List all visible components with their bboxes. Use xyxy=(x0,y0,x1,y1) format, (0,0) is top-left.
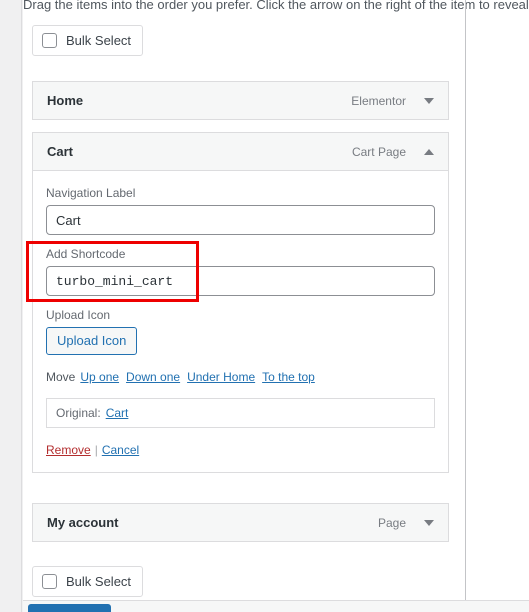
drag-instructions-text: Drag the items into the order you prefer… xyxy=(23,0,529,12)
chevron-down-icon[interactable] xyxy=(424,519,434,526)
menu-item-my-account-header[interactable]: My account Page xyxy=(32,503,449,542)
panel-right-divider xyxy=(465,0,466,600)
menu-item-cart-title: Cart xyxy=(47,144,74,159)
menu-item-my-account-meta: Page xyxy=(378,516,434,530)
add-shortcode-label: Add Shortcode xyxy=(46,247,126,261)
menu-item-cart-type: Cart Page xyxy=(351,144,406,159)
menu-item-my-account-title: My account xyxy=(47,515,119,530)
menu-item-my-account[interactable]: My account Page xyxy=(32,503,449,542)
navigation-label-field-block: Navigation Label xyxy=(46,185,435,235)
menu-item-cart[interactable]: Cart Cart Page Navigation Label Add Shor… xyxy=(32,132,449,473)
upload-icon-button[interactable]: Upload Icon xyxy=(46,327,138,355)
original-item-box: Original: Cart xyxy=(46,398,435,428)
menu-item-cart-meta: Cart Page xyxy=(352,145,434,159)
item-actions-row: Remove | Cancel xyxy=(46,442,435,458)
bulk-select-bottom-button[interactable]: Bulk Select xyxy=(32,566,144,597)
menu-item-cart-header[interactable]: Cart Cart Page xyxy=(32,132,449,171)
bulk-select-bottom-label: Bulk Select xyxy=(66,574,132,589)
move-under-home-link[interactable]: Under Home xyxy=(187,370,255,384)
menu-item-home-title: Home xyxy=(47,93,84,108)
save-menu-button[interactable] xyxy=(28,604,111,612)
menu-item-home-type: Elementor xyxy=(351,93,406,108)
menu-item-home[interactable]: Home Elementor xyxy=(32,81,449,120)
chevron-down-icon[interactable] xyxy=(424,97,434,104)
menu-item-home-header[interactable]: Home Elementor xyxy=(32,81,449,120)
navigation-label-input[interactable] xyxy=(46,205,435,235)
wordpress-menu-editor-screen: Drag the items into the order you prefer… xyxy=(0,0,529,612)
move-label: Move xyxy=(46,370,76,384)
move-to-the-top-link[interactable]: To the top xyxy=(262,370,315,384)
move-up-one-link[interactable]: Up one xyxy=(80,370,119,384)
bulk-select-bottom-checkbox[interactable] xyxy=(42,574,57,589)
add-shortcode-input[interactable] xyxy=(46,266,435,296)
move-down-one-link[interactable]: Down one xyxy=(126,370,180,384)
menu-structure-panel: Drag the items into the order you prefer… xyxy=(23,0,529,612)
remove-item-link[interactable]: Remove xyxy=(46,443,91,457)
upload-icon-label: Upload Icon xyxy=(46,308,111,322)
cancel-edit-link[interactable]: Cancel xyxy=(102,443,139,457)
chevron-up-icon[interactable] xyxy=(424,148,434,155)
move-links-row: Move Up one Down one Under Home To the top xyxy=(46,368,435,386)
original-label: Original: xyxy=(56,406,101,420)
bulk-select-top-label: Bulk Select xyxy=(66,33,132,48)
navigation-label-label: Navigation Label xyxy=(46,186,136,200)
menu-item-my-account-type: Page xyxy=(377,515,406,530)
upload-icon-field-block: Upload Icon Upload Icon xyxy=(46,307,435,355)
bulk-select-top-button[interactable]: Bulk Select xyxy=(32,25,144,56)
original-item-link[interactable]: Cart xyxy=(106,406,129,420)
left-gutter xyxy=(0,0,22,612)
add-shortcode-field-block: Add Shortcode xyxy=(46,246,435,296)
menu-item-home-meta: Elementor xyxy=(351,94,434,108)
menu-item-cart-settings: Navigation Label Add Shortcode Upload Ic… xyxy=(32,171,449,473)
actions-separator: | xyxy=(94,443,98,457)
bulk-select-top-checkbox[interactable] xyxy=(42,33,57,48)
